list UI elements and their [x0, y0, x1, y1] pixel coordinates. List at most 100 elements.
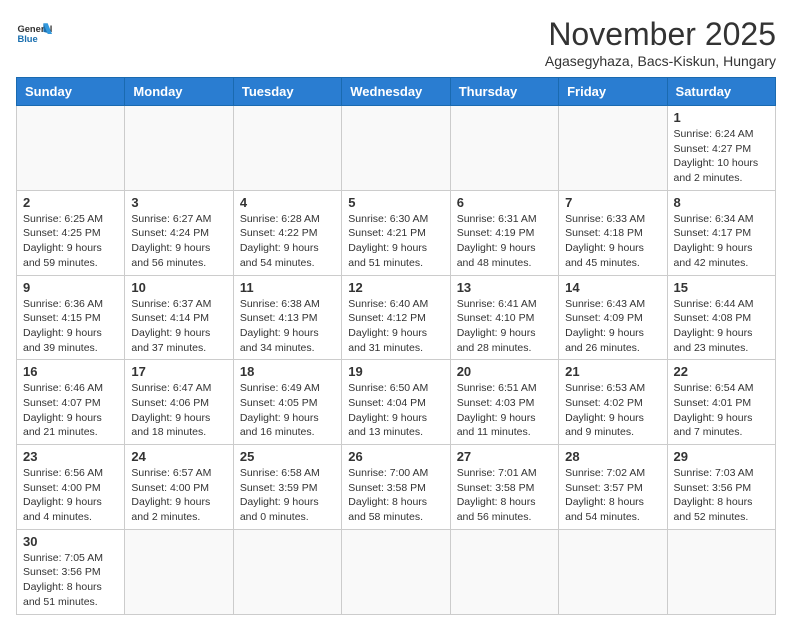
calendar-day-cell: 12 Sunrise: 6:40 AM Sunset: 4:12 PM Dayli… [342, 275, 450, 360]
calendar-day-cell: 19Sunrise: 6:50 AM Sunset: 4:04 PM Dayli… [342, 360, 450, 445]
calendar-day-cell [342, 529, 450, 614]
calendar-table: SundayMondayTuesdayWednesdayThursdayFrid… [16, 77, 776, 615]
day-number: 7 [565, 195, 660, 210]
calendar-day-cell: 14 Sunrise: 6:43 AM Sunset: 4:09 PM Dayli… [559, 275, 667, 360]
calendar-day-cell [233, 529, 341, 614]
calendar-day-cell [233, 106, 341, 191]
calendar-week-row: 1 Sunrise: 6:24 AM Sunset: 4:27 PM Daylig… [17, 106, 776, 191]
calendar-day-cell: 18 Sunrise: 6:49 AM Sunset: 4:05 PM Dayli… [233, 360, 341, 445]
calendar-day-cell: 11 Sunrise: 6:38 AM Sunset: 4:13 PM Dayli… [233, 275, 341, 360]
day-number: 1 [674, 110, 769, 125]
calendar-day-cell [125, 106, 233, 191]
calendar-week-row: 30Sunrise: 7:05 AM Sunset: 3:56 PM Dayli… [17, 529, 776, 614]
day-info: Sunrise: 6:51 AM Sunset: 4:03 PM Dayligh… [457, 381, 552, 440]
day-info: Sunrise: 6:49 AM Sunset: 4:05 PM Dayligh… [240, 381, 335, 440]
day-number: 21 [565, 364, 660, 379]
calendar-day-cell: 1 Sunrise: 6:24 AM Sunset: 4:27 PM Daylig… [667, 106, 775, 191]
col-header-thursday: Thursday [450, 78, 558, 106]
calendar-day-cell: 20Sunrise: 6:51 AM Sunset: 4:03 PM Dayli… [450, 360, 558, 445]
col-header-sunday: Sunday [17, 78, 125, 106]
day-number: 26 [348, 449, 443, 464]
calendar-day-cell: 28 Sunrise: 7:02 AM Sunset: 3:57 PM Dayli… [559, 445, 667, 530]
day-number: 3 [131, 195, 226, 210]
day-number: 29 [674, 449, 769, 464]
calendar-day-cell [667, 529, 775, 614]
calendar-week-row: 9 Sunrise: 6:36 AM Sunset: 4:15 PM Daylig… [17, 275, 776, 360]
calendar-day-cell: 2 Sunrise: 6:25 AM Sunset: 4:25 PM Daylig… [17, 190, 125, 275]
day-info: Sunrise: 6:41 AM Sunset: 4:10 PM Dayligh… [457, 297, 552, 356]
day-number: 25 [240, 449, 335, 464]
day-info: Sunrise: 6:43 AM Sunset: 4:09 PM Dayligh… [565, 297, 660, 356]
day-number: 8 [674, 195, 769, 210]
logo: General Blue [16, 16, 52, 52]
calendar-week-row: 2 Sunrise: 6:25 AM Sunset: 4:25 PM Daylig… [17, 190, 776, 275]
month-title: November 2025 [545, 16, 776, 53]
day-number: 11 [240, 280, 335, 295]
col-header-wednesday: Wednesday [342, 78, 450, 106]
day-number: 13 [457, 280, 552, 295]
calendar-day-cell: 25Sunrise: 6:58 AM Sunset: 3:59 PM Dayli… [233, 445, 341, 530]
day-number: 5 [348, 195, 443, 210]
day-info: Sunrise: 6:47 AM Sunset: 4:06 PM Dayligh… [131, 381, 226, 440]
calendar-day-cell [450, 529, 558, 614]
day-number: 22 [674, 364, 769, 379]
day-info: Sunrise: 6:36 AM Sunset: 4:15 PM Dayligh… [23, 297, 118, 356]
calendar-header-row: SundayMondayTuesdayWednesdayThursdayFrid… [17, 78, 776, 106]
day-number: 2 [23, 195, 118, 210]
day-number: 18 [240, 364, 335, 379]
calendar-day-cell: 23 Sunrise: 6:56 AM Sunset: 4:00 PM Dayli… [17, 445, 125, 530]
day-info: Sunrise: 6:30 AM Sunset: 4:21 PM Dayligh… [348, 212, 443, 271]
day-number: 10 [131, 280, 226, 295]
logo-icon: General Blue [16, 16, 52, 52]
day-info: Sunrise: 6:33 AM Sunset: 4:18 PM Dayligh… [565, 212, 660, 271]
day-number: 27 [457, 449, 552, 464]
day-number: 16 [23, 364, 118, 379]
day-number: 6 [457, 195, 552, 210]
day-info: Sunrise: 6:46 AM Sunset: 4:07 PM Dayligh… [23, 381, 118, 440]
calendar-day-cell [342, 106, 450, 191]
day-number: 4 [240, 195, 335, 210]
title-section: November 2025 Agasegyhaza, Bacs-Kiskun, … [545, 16, 776, 69]
day-info: Sunrise: 6:38 AM Sunset: 4:13 PM Dayligh… [240, 297, 335, 356]
svg-text:Blue: Blue [17, 34, 37, 44]
day-info: Sunrise: 6:25 AM Sunset: 4:25 PM Dayligh… [23, 212, 118, 271]
day-info: Sunrise: 7:00 AM Sunset: 3:58 PM Dayligh… [348, 466, 443, 525]
calendar-day-cell: 13 Sunrise: 6:41 AM Sunset: 4:10 PM Dayli… [450, 275, 558, 360]
col-header-monday: Monday [125, 78, 233, 106]
calendar-day-cell [125, 529, 233, 614]
calendar-day-cell: 27 Sunrise: 7:01 AM Sunset: 3:58 PM Dayli… [450, 445, 558, 530]
day-number: 12 [348, 280, 443, 295]
day-info: Sunrise: 6:31 AM Sunset: 4:19 PM Dayligh… [457, 212, 552, 271]
day-info: Sunrise: 6:34 AM Sunset: 4:17 PM Dayligh… [674, 212, 769, 271]
calendar-day-cell [450, 106, 558, 191]
day-info: Sunrise: 7:03 AM Sunset: 3:56 PM Dayligh… [674, 466, 769, 525]
day-info: Sunrise: 7:05 AM Sunset: 3:56 PM Dayligh… [23, 551, 118, 610]
day-info: Sunrise: 6:57 AM Sunset: 4:00 PM Dayligh… [131, 466, 226, 525]
calendar-day-cell: 8 Sunrise: 6:34 AM Sunset: 4:17 PM Daylig… [667, 190, 775, 275]
day-info: Sunrise: 7:01 AM Sunset: 3:58 PM Dayligh… [457, 466, 552, 525]
calendar-day-cell: 15 Sunrise: 6:44 AM Sunset: 4:08 PM Dayli… [667, 275, 775, 360]
calendar-day-cell: 29 Sunrise: 7:03 AM Sunset: 3:56 PM Dayli… [667, 445, 775, 530]
day-number: 15 [674, 280, 769, 295]
day-info: Sunrise: 6:56 AM Sunset: 4:00 PM Dayligh… [23, 466, 118, 525]
calendar-day-cell: 6 Sunrise: 6:31 AM Sunset: 4:19 PM Daylig… [450, 190, 558, 275]
day-number: 9 [23, 280, 118, 295]
calendar-day-cell: 3Sunrise: 6:27 AM Sunset: 4:24 PM Daylig… [125, 190, 233, 275]
calendar-day-cell: 21 Sunrise: 6:53 AM Sunset: 4:02 PM Dayli… [559, 360, 667, 445]
day-number: 28 [565, 449, 660, 464]
calendar-day-cell: 24 Sunrise: 6:57 AM Sunset: 4:00 PM Dayli… [125, 445, 233, 530]
calendar-day-cell: 10Sunrise: 6:37 AM Sunset: 4:14 PM Dayli… [125, 275, 233, 360]
day-info: Sunrise: 6:44 AM Sunset: 4:08 PM Dayligh… [674, 297, 769, 356]
calendar-day-cell [559, 529, 667, 614]
calendar-day-cell [17, 106, 125, 191]
day-number: 24 [131, 449, 226, 464]
col-header-friday: Friday [559, 78, 667, 106]
day-info: Sunrise: 7:02 AM Sunset: 3:57 PM Dayligh… [565, 466, 660, 525]
day-info: Sunrise: 6:24 AM Sunset: 4:27 PM Dayligh… [674, 127, 769, 186]
calendar-week-row: 16 Sunrise: 6:46 AM Sunset: 4:07 PM Dayli… [17, 360, 776, 445]
day-number: 14 [565, 280, 660, 295]
calendar-day-cell: 4Sunrise: 6:28 AM Sunset: 4:22 PM Daylig… [233, 190, 341, 275]
day-info: Sunrise: 6:53 AM Sunset: 4:02 PM Dayligh… [565, 381, 660, 440]
day-number: 23 [23, 449, 118, 464]
day-info: Sunrise: 6:40 AM Sunset: 4:12 PM Dayligh… [348, 297, 443, 356]
